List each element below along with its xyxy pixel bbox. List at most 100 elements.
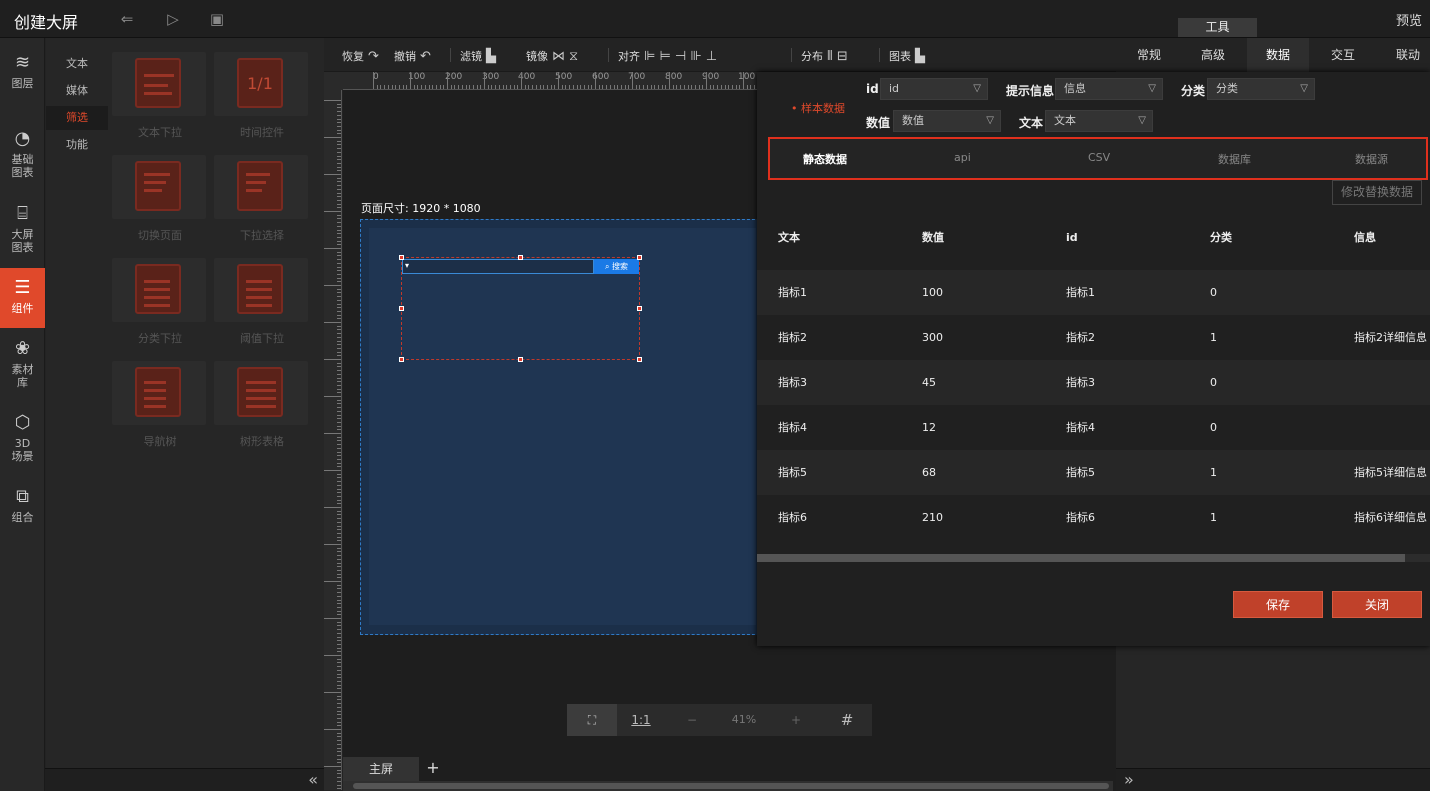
grid-icon[interactable]: # (829, 704, 865, 736)
filter-component-input[interactable]: ▾ (402, 259, 594, 274)
table-horizontal-scrollbar[interactable] (757, 554, 1430, 562)
table-row[interactable]: 指标2 300 指标2 1 指标2详细信息 (757, 315, 1430, 360)
ruler-tick (421, 85, 423, 89)
ruler-tick (337, 625, 341, 627)
table-row[interactable]: 指标5 68 指标5 1 指标5详细信息 (757, 450, 1430, 495)
rail-item-3d-scene[interactable]: ⬡ 3D 场景 (0, 412, 45, 470)
table-row[interactable]: 指标1 100 指标1 0 (757, 270, 1430, 315)
preview-button[interactable]: 预览 (1396, 10, 1422, 29)
ruler-tick (337, 388, 341, 390)
edit-replace-data-button[interactable]: 修改替换数据 (1332, 180, 1422, 205)
save-button[interactable]: 保存 (1233, 591, 1323, 618)
ruler-tick (484, 72, 485, 89)
resize-handle[interactable] (637, 357, 642, 362)
right-collapse-bar[interactable]: » (1116, 768, 1430, 791)
component-time-control[interactable]: 1/1 时间控件 (212, 38, 308, 139)
scrollbar-thumb[interactable] (353, 783, 1109, 789)
submenu-item-function[interactable]: 功能 (46, 133, 108, 157)
rail-item-basic-chart[interactable]: ◔ 基础 图表 (0, 128, 45, 186)
table-row[interactable]: 指标6 210 指标6 1 指标6详细信息 (757, 495, 1430, 540)
category-select[interactable]: 分类 ▽ (1207, 78, 1315, 100)
ruler-tick (337, 270, 341, 272)
ruler-tick (561, 85, 563, 89)
tab-data[interactable]: 数据 (1247, 38, 1309, 72)
resize-handle[interactable] (399, 357, 404, 362)
resize-handle[interactable] (399, 255, 404, 260)
source-tab-csv[interactable]: CSV (1088, 151, 1110, 164)
resize-handle[interactable] (518, 255, 523, 260)
rail-item-group[interactable]: ⧉ 组合 (0, 486, 45, 534)
component-nav-tree[interactable]: 导航树 (110, 347, 206, 448)
ruler-tick (337, 329, 341, 331)
id-select[interactable]: id ▽ (880, 78, 988, 100)
zoom-in-button[interactable]: + (781, 704, 811, 736)
screen-tab-main[interactable]: 主屏 (343, 757, 419, 781)
tab-interaction[interactable]: 交互 (1312, 38, 1374, 72)
ruler-tick (337, 351, 341, 353)
tip-select[interactable]: 信息 ▽ (1055, 78, 1163, 100)
rail-item-components[interactable]: ☰ 组件 (0, 268, 45, 328)
ruler-tick (337, 732, 341, 734)
rail-label: 图层 (11, 77, 34, 90)
collapse-left-icon[interactable]: « (308, 770, 318, 789)
component-category-dropdown[interactable]: 分类下拉 (110, 244, 206, 345)
column-header: 文本 (778, 231, 800, 244)
chart-button[interactable]: 图表 ▙ (889, 48, 925, 64)
save-icon[interactable]: ▣ (208, 10, 226, 28)
submenu-item-media[interactable]: 媒体 (46, 79, 108, 103)
align-button[interactable]: 对齐 ⊫ ⊨ ⊣ ⊪ ⊥ (618, 48, 717, 64)
ruler-tick (337, 288, 341, 290)
play-icon[interactable]: ▷ (164, 10, 182, 28)
undo-button[interactable]: 撤销 ↶ (394, 48, 431, 64)
submenu-item-text[interactable]: 文本 (46, 52, 108, 76)
left-collapse-bar[interactable]: « (45, 768, 324, 791)
rail-item-screen-chart[interactable]: ⌸ 大屏 图表 (0, 203, 45, 261)
expand-right-icon[interactable]: » (1124, 770, 1134, 789)
source-tab-static[interactable]: 静态数据 (803, 151, 847, 167)
resize-handle[interactable] (637, 306, 642, 311)
resize-handle[interactable] (399, 306, 404, 311)
ruler-tick (435, 85, 437, 89)
ruler-tick (337, 540, 341, 542)
rail-item-assets[interactable]: ❀ 素材库 (0, 338, 45, 396)
ruler-tick (337, 643, 341, 645)
fit-screen-icon[interactable]: ⛶ (567, 704, 617, 736)
tools-tab[interactable]: 工具 (1178, 18, 1257, 37)
text-select[interactable]: 文本 ▽ (1045, 110, 1153, 132)
table-row[interactable]: 指标4 12 指标4 0 (757, 405, 1430, 450)
tab-general[interactable]: 常规 (1118, 38, 1180, 72)
component-dropdown-select[interactable]: 下拉选择 (212, 141, 308, 242)
ruler-tick (337, 277, 341, 279)
filter-button[interactable]: 滤镜 ▙ (460, 48, 496, 64)
rail-item-layers[interactable]: ≋ 图层 (0, 52, 45, 100)
tab-linkage[interactable]: 联动 (1377, 38, 1430, 72)
back-icon[interactable]: ⇐ (118, 10, 136, 28)
tab-advanced[interactable]: 高级 (1182, 38, 1244, 72)
component-text-dropdown[interactable]: 文本下拉 (110, 38, 206, 139)
source-tab-api[interactable]: api (954, 151, 971, 164)
source-tab-database[interactable]: 数据库 (1218, 151, 1251, 167)
distribute-button[interactable]: 分布 ⦀ ⊟ (801, 48, 848, 64)
component-threshold-dropdown[interactable]: 阈值下拉 (212, 244, 308, 345)
close-button[interactable]: 关闭 (1332, 591, 1422, 618)
zoom-1to1-button[interactable]: 1:1 (623, 704, 659, 736)
filter-component-search-button[interactable]: ⌕ 搜索 (594, 259, 639, 274)
component-label: 切换页面 (138, 229, 182, 242)
value-select[interactable]: 数值 ▽ (893, 110, 1001, 132)
table-row[interactable]: 指标3 45 指标3 0 (757, 360, 1430, 405)
add-screen-button[interactable]: + (424, 757, 442, 781)
component-tree-table[interactable]: 树形表格 (212, 347, 308, 448)
submenu-item-filter[interactable]: 筛选 (46, 106, 108, 130)
mirror-button[interactable]: 镜像 ⋈ ⧖ (526, 48, 578, 64)
ruler-tick (337, 481, 341, 483)
ruler-tick (713, 85, 715, 89)
restore-button[interactable]: 恢复 ↷ (342, 48, 379, 64)
canvas-horizontal-scrollbar[interactable] (343, 781, 1113, 791)
component-switch-page[interactable]: 切换页面 (110, 141, 206, 242)
zoom-out-button[interactable]: − (677, 704, 707, 736)
ruler-tick (506, 85, 508, 89)
source-tab-datasource[interactable]: 数据源 (1355, 151, 1388, 167)
resize-handle[interactable] (518, 357, 523, 362)
resize-handle[interactable] (637, 255, 642, 260)
scrollbar-thumb[interactable] (757, 554, 1405, 562)
